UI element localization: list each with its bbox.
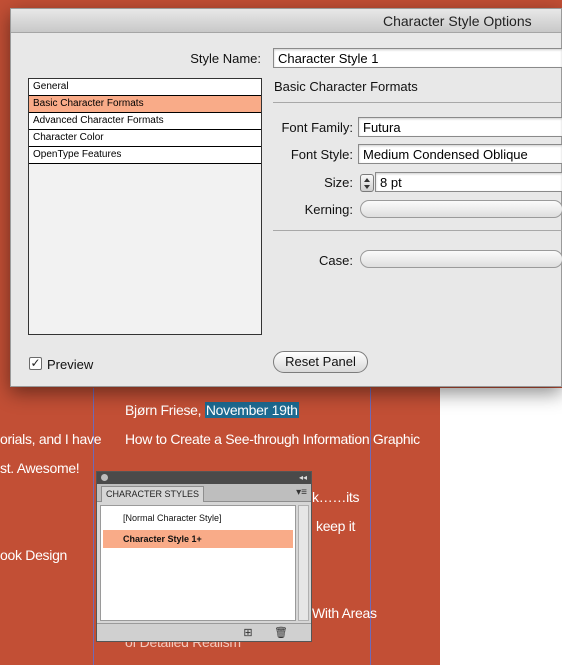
article-byline: Bjørn Friese, November 19th: [125, 402, 299, 418]
category-item-character-color[interactable]: Character Color: [29, 130, 261, 147]
size-stepper[interactable]: [360, 174, 374, 192]
article-title: How to Create a See-through Information …: [125, 431, 420, 447]
column-guide-right: [370, 388, 371, 665]
character-styles-panel: ◂◂ CHARACTER STYLES ▾≡ [Normal Character…: [96, 471, 312, 642]
kerning-combo[interactable]: [360, 200, 562, 218]
collapse-icon[interactable]: ◂◂: [299, 472, 307, 484]
new-style-icon[interactable]: ⊞: [242, 627, 254, 639]
tab-character-styles[interactable]: CHARACTER STYLES: [101, 486, 205, 502]
category-list: General Basic Character Formats Advanced…: [28, 78, 262, 335]
size-field[interactable]: 8 pt: [375, 172, 562, 192]
arrow-up-icon[interactable]: [364, 178, 370, 182]
panel-menu-icon[interactable]: ▾≡: [296, 487, 307, 498]
text-fragment: keep it: [316, 518, 356, 534]
size-label: Size:: [324, 175, 353, 190]
category-item-basic-character-formats[interactable]: Basic Character Formats: [29, 96, 261, 113]
category-item-opentype-features[interactable]: OpenType Features: [29, 147, 261, 164]
text-fragment: orials, and I have: [0, 431, 102, 447]
text-fragment: st. Awesome!: [0, 460, 80, 476]
case-label: Case:: [319, 253, 353, 268]
section-divider: [273, 230, 562, 231]
category-item-advanced-character-formats[interactable]: Advanced Character Formats: [29, 113, 261, 130]
style-name-input[interactable]: Character Style 1: [273, 48, 562, 68]
list-item-character-style-1[interactable]: Character Style 1+: [103, 530, 293, 548]
pasteboard: [440, 388, 562, 665]
style-list: [Normal Character Style] Character Style…: [100, 505, 296, 621]
text-fragment: With Areas: [312, 605, 377, 621]
panel-tabbar: CHARACTER STYLES ▾≡: [97, 484, 311, 502]
preview-checkbox[interactable]: ✓: [29, 357, 42, 370]
dialog-titlebar[interactable]: Character Style Options: [11, 9, 561, 33]
preview-label[interactable]: Preview: [47, 357, 93, 372]
style-name-label: Style Name:: [190, 51, 261, 66]
case-dropdown[interactable]: [360, 250, 562, 268]
panel-titlebar[interactable]: ◂◂: [97, 472, 311, 484]
reset-panel-button[interactable]: Reset Panel: [273, 351, 368, 373]
highlighted-date: November 19th: [204, 402, 299, 418]
panel-scrollbar[interactable]: [298, 505, 309, 621]
list-item-normal-character-style[interactable]: [Normal Character Style]: [103, 509, 293, 527]
panel-footer: ⊞ 🗑: [97, 623, 311, 641]
font-family-field[interactable]: Futura: [358, 117, 562, 137]
section-title: Basic Character Formats: [274, 79, 418, 94]
font-style-field[interactable]: Medium Condensed Oblique: [358, 144, 562, 164]
kerning-label: Kerning:: [304, 202, 353, 217]
arrow-down-icon[interactable]: [364, 185, 370, 189]
category-item-general[interactable]: General: [29, 79, 261, 96]
close-icon[interactable]: [101, 474, 108, 481]
column-guide-left: [93, 388, 94, 665]
trash-icon[interactable]: 🗑: [274, 627, 288, 639]
dialog-title: Character Style Options: [383, 13, 532, 29]
font-style-label: Font Style:: [290, 147, 353, 162]
section-divider: [273, 102, 562, 103]
character-style-options-dialog: Character Style Options Style Name: Char…: [10, 8, 562, 387]
font-family-label: Font Family:: [281, 120, 353, 135]
text-fragment: k……its: [312, 489, 360, 505]
text-fragment: ook Design: [0, 547, 68, 563]
